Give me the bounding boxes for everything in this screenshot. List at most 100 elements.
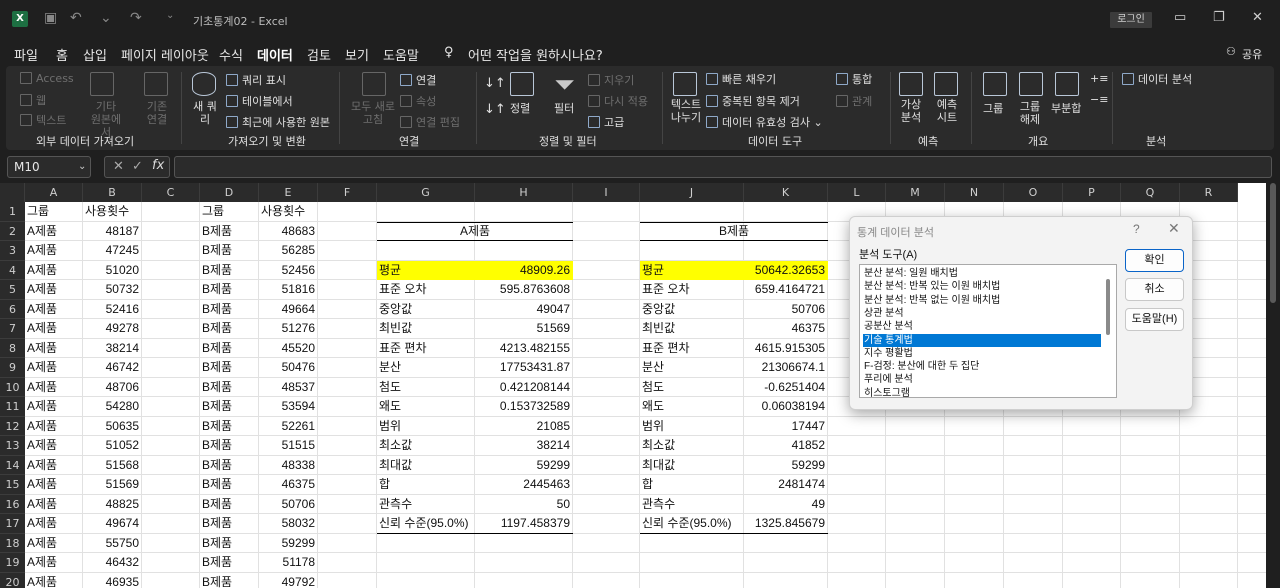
properties-button[interactable]: 속성 — [400, 93, 436, 109]
cell[interactable]: 신뢰 수준(95.0%) — [377, 514, 475, 534]
cell[interactable]: 52456 — [259, 261, 318, 281]
cell[interactable]: 46432 — [83, 553, 142, 573]
relationships-button[interactable]: 관계 — [836, 93, 872, 109]
cell[interactable]: 0.06038194 — [744, 397, 828, 417]
formula-input[interactable] — [174, 156, 1272, 178]
cell[interactable]: 53594 — [259, 397, 318, 417]
cell[interactable]: 평균 — [640, 260, 744, 280]
cell[interactable]: A제품 — [25, 514, 83, 534]
cell[interactable]: A제품 — [25, 222, 83, 242]
row-header[interactable]: 10 — [0, 377, 25, 397]
cell[interactable]: 그룹 — [200, 202, 259, 222]
cell[interactable]: 사용횟수 — [83, 202, 142, 222]
customize-qat-icon[interactable]: ⌄ — [166, 10, 174, 21]
column-header[interactable]: C — [142, 183, 200, 202]
cell[interactable]: 48187 — [83, 222, 142, 242]
show-detail-icon[interactable]: +≡ — [1090, 72, 1108, 85]
cell[interactable]: 49278 — [83, 319, 142, 339]
row-header[interactable]: 3 — [0, 241, 25, 261]
cell[interactable]: B제품 — [200, 261, 259, 281]
column-header[interactable]: O — [1004, 183, 1063, 202]
cell[interactable]: 그룹 — [25, 202, 83, 222]
column-header[interactable]: M — [886, 183, 945, 202]
analysis-tool-item[interactable]: 분산 분석: 일원 배치법 — [863, 267, 1101, 280]
dialog-close-button[interactable]: ✕ — [1168, 220, 1180, 237]
cell[interactable]: B제품 — [200, 534, 259, 554]
cell[interactable]: 46375 — [744, 319, 828, 339]
cell[interactable]: B제품 — [200, 573, 259, 588]
tab-help[interactable]: 도움말 — [383, 45, 419, 64]
cell[interactable]: 58032 — [259, 514, 318, 534]
tab-insert[interactable]: 삽입 — [83, 45, 107, 64]
cell[interactable]: 최빈값 — [640, 319, 744, 339]
analysis-tool-item[interactable]: 상관 분석 — [863, 307, 1101, 320]
vertical-scrollbar[interactable] — [1266, 183, 1280, 588]
cell[interactable]: 595.8763608 — [475, 280, 573, 300]
row-header[interactable]: 18 — [0, 533, 25, 553]
row-header[interactable]: 6 — [0, 299, 25, 319]
cell[interactable]: 중앙값 — [640, 300, 744, 320]
analysis-tool-item[interactable]: 지수 평활법 — [863, 347, 1101, 360]
row-header[interactable]: 19 — [0, 553, 25, 573]
cell[interactable]: B제품 — [200, 475, 259, 495]
cell[interactable]: 45520 — [259, 339, 318, 359]
cancel-button[interactable]: 취소 — [1125, 278, 1184, 301]
column-header[interactable]: A — [25, 183, 83, 202]
row-header[interactable]: 8 — [0, 338, 25, 358]
cell[interactable]: 최대값 — [377, 456, 475, 476]
stats-table-title[interactable]: B제품 — [640, 222, 828, 242]
existing-connections-button[interactable]: 기존 연결 — [143, 100, 171, 126]
cell[interactable]: 21306674.1 — [744, 358, 828, 378]
row-header[interactable]: 17 — [0, 514, 25, 534]
cell[interactable]: 첨도 — [640, 378, 744, 398]
ribbon-options-icon[interactable]: ▭ — [1174, 10, 1186, 25]
cell[interactable]: B제품 — [200, 553, 259, 573]
cell[interactable]: 신뢰 수준(95.0%) — [640, 514, 744, 534]
cell[interactable]: 51816 — [259, 280, 318, 300]
cell[interactable]: B제품 — [200, 436, 259, 456]
cell[interactable]: B제품 — [200, 241, 259, 261]
tell-me-search[interactable]: 어떤 작업을 원하시나요? — [468, 45, 603, 64]
analysis-tool-item[interactable]: F-검정: 분산에 대한 두 집단 — [863, 360, 1101, 373]
cell[interactable]: 51568 — [83, 456, 142, 476]
cell[interactable]: 46742 — [83, 358, 142, 378]
cell[interactable]: 17753431.87 — [475, 358, 573, 378]
hide-detail-icon[interactable]: −≡ — [1090, 93, 1108, 106]
cell[interactable]: 최대값 — [640, 456, 744, 476]
cell[interactable]: 최빈값 — [377, 319, 475, 339]
row-header[interactable]: 2 — [0, 221, 25, 241]
reapply-button[interactable]: 다시 적용 — [588, 93, 648, 109]
subtotal-button[interactable]: 부분합 — [1051, 100, 1081, 116]
cancel-icon[interactable]: ✕ — [113, 159, 124, 174]
cell[interactable]: 관측수 — [377, 495, 475, 515]
undo-icon[interactable]: ↶ — [70, 10, 82, 26]
column-header[interactable]: J — [640, 183, 744, 202]
select-all-corner[interactable] — [0, 183, 25, 202]
sort-button[interactable]: 정렬 — [510, 100, 530, 116]
analysis-tool-item[interactable]: 히스토그램 — [863, 387, 1101, 397]
web-button[interactable]: 웹 — [20, 92, 46, 108]
cell[interactable]: 1325.845679 — [744, 514, 828, 534]
cell[interactable]: 46375 — [259, 475, 318, 495]
cell[interactable]: 표준 편차 — [377, 339, 475, 359]
cell[interactable]: 4213.482155 — [475, 339, 573, 359]
analysis-tool-item[interactable]: 공분산 분석 — [863, 320, 1101, 333]
clear-filter-button[interactable]: 지우기 — [588, 72, 634, 88]
cell[interactable]: 범위 — [640, 417, 744, 437]
cell[interactable]: 50 — [475, 495, 573, 515]
tab-file[interactable]: 파일 — [14, 45, 38, 64]
advanced-filter-button[interactable]: 고급 — [588, 114, 624, 130]
row-header[interactable]: 16 — [0, 494, 25, 514]
forecast-sheet-button[interactable]: 예측 시트 — [934, 98, 960, 124]
cell[interactable]: 사용횟수 — [259, 202, 318, 222]
tab-page-layout[interactable]: 페이지 레이아웃 — [121, 45, 209, 64]
cell[interactable]: B제품 — [200, 514, 259, 534]
cell[interactable]: A제품 — [25, 339, 83, 359]
cell[interactable]: 55750 — [83, 534, 142, 554]
cell[interactable]: 합 — [377, 475, 475, 495]
analysis-tool-item[interactable]: 분산 분석: 반복 없는 이원 배치법 — [863, 294, 1101, 307]
row-header[interactable]: 5 — [0, 280, 25, 300]
cell[interactable]: 59299 — [259, 534, 318, 554]
cell[interactable]: B제품 — [200, 378, 259, 398]
filter-button[interactable]: 필터 — [554, 100, 574, 116]
